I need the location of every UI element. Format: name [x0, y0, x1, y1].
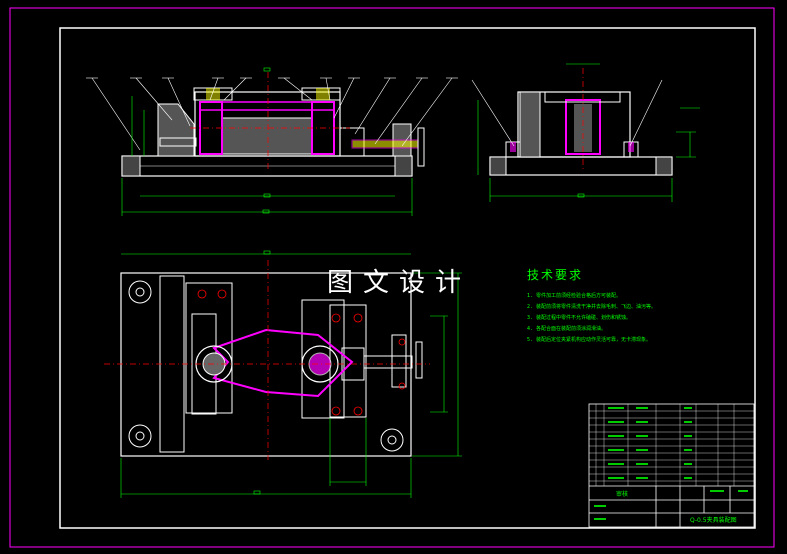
title-block-drawing-name: Q-0.5夹具装配图 — [690, 517, 737, 524]
tech-note: 5. 装配后定位夹紧机构应动作灵活可靠，无卡滞现象。 — [527, 337, 652, 343]
title-block — [588, 403, 755, 528]
tech-note: 3. 装配过程中零件不允许磕碰、划伤和锈蚀。 — [527, 315, 632, 321]
tech-note: 1. 零件加工前须经检验合格后方可装配。 — [527, 293, 622, 299]
watermark-text: 图文设计 — [327, 268, 472, 298]
tech-requirements-title: 技术要求 — [527, 268, 584, 282]
title-block-reviewer-label: 审核 — [616, 491, 629, 498]
tech-note: 2. 装配前须将零件清洗干净并去除毛刺、飞边、油污等。 — [527, 304, 657, 310]
side-section-view — [471, 63, 700, 202]
front-section-view — [86, 67, 458, 216]
tech-note: 4. 各配合面在装配前须涂润滑油。 — [527, 326, 607, 332]
